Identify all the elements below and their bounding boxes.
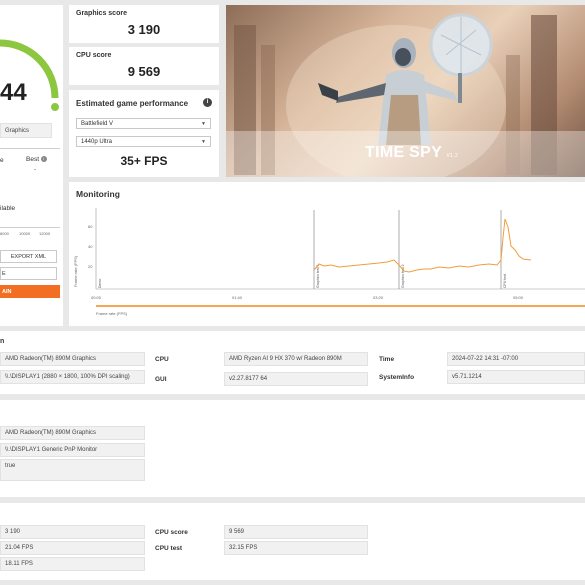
cpu-test-label: CPU test <box>155 545 183 552</box>
col-left-label: e <box>0 157 4 164</box>
settings-display-field: \\.\DISPLAY1 Generic PnP Monitor <box>0 443 145 457</box>
settings-card: AMD Radeon(TM) 890M Graphics \\.\DISPLAY… <box>0 400 585 497</box>
benchmark-title: TIME SPY V1.2 <box>365 144 459 161</box>
game-performance-title: Estimated game performance <box>76 99 189 108</box>
marker-label: Demo <box>98 279 102 288</box>
cpu-score-label: CPU score <box>76 52 112 59</box>
settings-gpu-field: AMD Radeon(TM) 890M Graphics <box>0 426 145 440</box>
cpu-test-field: 32.15 FPS <box>224 541 368 555</box>
cpu-score-value: 9 569 <box>127 64 161 79</box>
monitoring-title: Monitoring <box>76 189 120 199</box>
graphics-score-card: Graphics score 3 190 <box>69 5 219 43</box>
score-panel: 44 Graphics e Best i - ilable 8000 10000… <box>0 5 63 326</box>
overall-score: 44 <box>0 79 27 106</box>
cpu-field: AMD Ryzen AI 9 HX 370 w/ Radeon 890M <box>224 352 368 366</box>
col-best-value: - <box>34 167 36 173</box>
game-select[interactable]: Battlefield V ▼ <box>76 118 211 129</box>
y-tick: 60 <box>88 224 93 229</box>
gui-label: GUI <box>155 376 167 383</box>
gpu-field: AMD Radeon(TM) 890M Graphics <box>0 352 145 366</box>
divider <box>0 148 60 149</box>
game-performance-card: Estimated game performance i Battlefield… <box>69 90 219 177</box>
col-best-label: Best i <box>26 156 47 163</box>
axis-line <box>0 227 60 228</box>
run-again-button[interactable]: AIN <box>0 285 60 298</box>
marker-label: CPU test <box>503 274 507 288</box>
export-xml-button[interactable]: EXPORT XML <box>0 250 57 263</box>
results-card: 3 190 21.04 FPS 18.11 FPS CPU score 9 56… <box>0 503 585 580</box>
cpu-score-field: 9 569 <box>224 525 368 539</box>
secondary-button[interactable]: E <box>0 267 57 280</box>
cpu-score-card: CPU score 9 569 <box>69 47 219 85</box>
graphics-score-field: 3 190 <box>0 525 145 539</box>
cpu-score-label: CPU score <box>155 529 188 536</box>
graphics-score-label: Graphics score <box>76 10 127 17</box>
axis-tick: 12000 <box>39 231 51 236</box>
x-tick: 01:40 <box>232 295 243 300</box>
resolution-select[interactable]: 1440p Ultra ▼ <box>76 136 211 147</box>
marker-label: Graphics test 1 <box>316 264 320 288</box>
time-field: 2024-07-22 14:31 -07:00 <box>447 352 585 366</box>
gpu-name-partial: Graphics <box>0 123 52 138</box>
chevron-down-icon: ▼ <box>201 138 206 145</box>
frame-rate-chart: Frame rate (FPS) 60 40 20 Demo Graphics … <box>73 208 585 316</box>
estimated-fps: 35+ FPS <box>120 154 168 168</box>
y-tick: 20 <box>88 264 93 269</box>
monitoring-card: Monitoring Frame rate (FPS) 60 40 20 Dem… <box>69 182 585 326</box>
benchmark-version: V1.2 <box>446 153 459 159</box>
axis-tick: 10000 <box>19 231 31 236</box>
systeminfo-label: SystemInfo <box>379 374 415 381</box>
info-icon[interactable]: i <box>203 98 212 107</box>
time-label: Time <box>379 356 395 363</box>
legend-label: Frame rate (FPS) <box>96 311 128 316</box>
y-tick: 40 <box>88 244 93 249</box>
systeminfo-field: v5.71.1214 <box>447 370 585 384</box>
benchmark-banner: TIME SPY V1.2 <box>226 5 585 177</box>
graphics-test1-field: 21.04 FPS <box>0 541 145 555</box>
x-tick: 00:00 <box>91 295 102 300</box>
display-field: \\.\DISPLAY1 (2880 × 1800, 100% DPI scal… <box>0 370 145 384</box>
system-info-card: n AMD Radeon(TM) 890M Graphics \\.\DISPL… <box>0 331 585 394</box>
graphics-score-value: 3 190 <box>127 22 161 37</box>
info-icon[interactable]: i <box>40 156 47 163</box>
chevron-down-icon: ▼ <box>201 120 206 127</box>
graphics-test2-field: 18.11 FPS <box>0 557 145 571</box>
gui-field: v2.27.8177 64 <box>224 372 368 386</box>
x-tick: 05:00 <box>513 295 524 300</box>
section-title-partial: n <box>0 338 5 345</box>
frame-rate-line <box>313 218 532 273</box>
x-tick: 03:20 <box>373 295 384 300</box>
cpu-label: CPU <box>155 356 169 363</box>
available-label: ilable <box>0 205 16 212</box>
settings-flag-field: true <box>0 459 145 481</box>
y-axis-label: Frame rate (FPS) <box>73 255 78 287</box>
axis-tick: 8000 <box>0 231 9 236</box>
